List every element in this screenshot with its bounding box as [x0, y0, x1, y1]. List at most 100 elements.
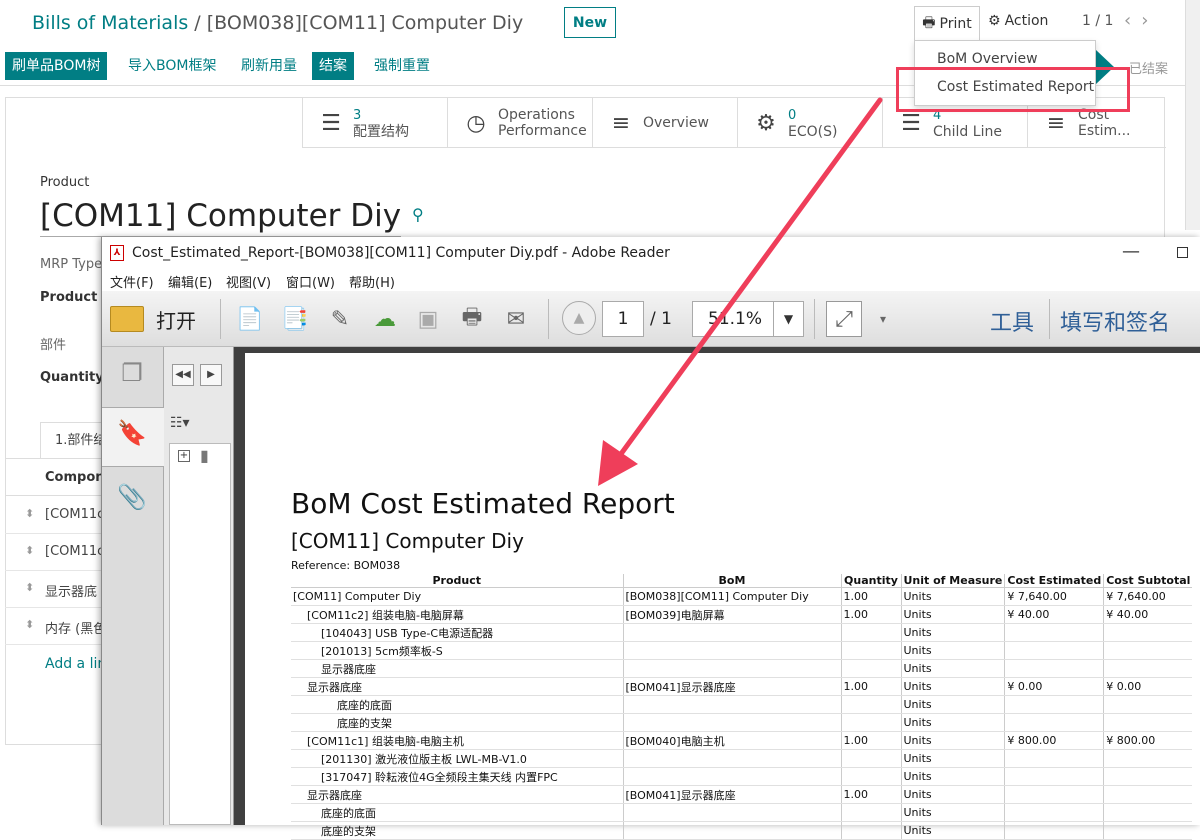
smart-label: Child Line: [933, 123, 1002, 140]
mrp-type-label: MRP Type: [40, 257, 103, 272]
drag-handle-icon[interactable]: ⬍: [25, 618, 34, 631]
table-row[interactable]: ⬍ 内存 (黑色: [5, 608, 106, 645]
table-row[interactable]: ⬍ [COM11c: [5, 534, 105, 571]
menu-view[interactable]: 视图(V): [226, 272, 271, 291]
create-pdf-icon[interactable]: 📄: [232, 301, 268, 337]
cell-cost-estimated: [1004, 659, 1104, 678]
cell-cost-subtotal: ¥ 800.00: [1103, 731, 1193, 750]
bom-table-row: 显示器底座 Units: [291, 659, 1193, 678]
bom-table-row: 底座的支架 Units: [291, 713, 1193, 732]
cell-cost-subtotal: [1103, 659, 1193, 678]
cell-bom: [BOM041]显示器底座: [622, 677, 841, 696]
collapse-panel-icon[interactable]: ◀◀: [172, 364, 194, 386]
zoom-select[interactable]: 51.1% ▼: [692, 301, 804, 337]
quantity-label: Quantity: [40, 370, 104, 385]
list-icon: ☰: [321, 110, 341, 136]
cell-bom: [622, 713, 841, 732]
previous-page-icon[interactable]: ▲: [562, 301, 596, 335]
action-button[interactable]: ⚙ Action: [988, 13, 1048, 29]
chevron-right-icon[interactable]: ›: [1141, 10, 1158, 31]
menu-window[interactable]: 窗口(W): [286, 272, 335, 291]
cell-bom: [BOM040]电脑主机: [622, 731, 841, 750]
cell-product: [201013] 5cm频率板-S: [291, 641, 623, 660]
operations-performance-button[interactable]: ◷ Operations Performance: [447, 98, 592, 148]
table-row[interactable]: ⬍ [COM11c: [5, 497, 105, 534]
menu-item-bom-overview[interactable]: BoM Overview: [937, 51, 1038, 67]
chevron-down-icon[interactable]: ▼: [773, 302, 803, 336]
cell-quantity: [840, 659, 901, 678]
column-header[interactable]: Compon: [45, 470, 105, 485]
cell-product: 显示器底座: [291, 677, 623, 696]
close-case-button[interactable]: 结案: [312, 52, 354, 80]
cell-cost-estimated: [1004, 641, 1104, 660]
minimize-icon[interactable]: —: [1122, 241, 1140, 262]
menu-file[interactable]: 文件(F): [110, 272, 154, 291]
menu-edit[interactable]: 编辑(E): [168, 272, 212, 291]
open-button[interactable]: 打开: [110, 301, 196, 337]
expand-icon[interactable]: +: [178, 450, 190, 462]
import-bom-button[interactable]: 导入BOM框架: [121, 52, 223, 80]
cell-bom: [622, 749, 841, 768]
cell-product: 底座的支架: [291, 713, 623, 732]
convert-icon[interactable]: 📑: [277, 301, 313, 337]
tab-components[interactable]: 1.部件结: [40, 422, 110, 458]
cell-cost-subtotal: [1103, 785, 1193, 804]
action-label: Action: [1004, 13, 1049, 29]
toolbar-more-icon[interactable]: ▾: [874, 301, 892, 337]
eco-button[interactable]: ⚙ 0 ECO(S): [737, 98, 882, 148]
smart-label: Operations: [498, 107, 575, 123]
chevron-left-icon[interactable]: ‹: [1124, 10, 1141, 31]
bookmark-tree: + ▮: [169, 443, 231, 825]
refresh-usage-button[interactable]: 刷新用量: [234, 52, 304, 80]
save-icon[interactable]: ▣: [410, 301, 446, 337]
overview-button[interactable]: ≡ Overview: [592, 98, 737, 148]
page-number-input[interactable]: 1: [602, 301, 644, 337]
cell-quantity: [840, 641, 901, 660]
drag-handle-icon[interactable]: ⬍: [25, 544, 34, 557]
pager-value[interactable]: 1 / 1: [1082, 13, 1113, 29]
edit-icon[interactable]: ✎: [322, 301, 358, 337]
expand-panel-icon[interactable]: ▶: [200, 364, 222, 386]
new-button[interactable]: New: [564, 7, 616, 38]
bom-table-row: [COM11c2] 组装电脑-电脑屏幕 [BOM039]电脑屏幕 1.00 Units…: [291, 605, 1193, 624]
smart-label: 配置结构: [353, 123, 409, 140]
drag-handle-icon[interactable]: ⬍: [25, 581, 34, 594]
drag-handle-icon[interactable]: ⬍: [25, 507, 34, 520]
add-line-link[interactable]: Add a lin: [45, 656, 106, 672]
cell-cost-subtotal: [1103, 767, 1193, 786]
table-row[interactable]: ⬍ 显示器底: [5, 571, 105, 608]
cloud-upload-icon[interactable]: ☁: [367, 301, 403, 337]
tools-link[interactable]: 工具: [990, 305, 1034, 337]
cell-uom: Units: [900, 587, 1005, 606]
bom-table-row: [COM11c1] 组装电脑-电脑主机 [BOM040]电脑主机 1.00 Units…: [291, 731, 1193, 750]
smart-label: ECO(S): [788, 123, 838, 140]
menu-help[interactable]: 帮助(H): [349, 272, 395, 291]
search-icon[interactable]: ⚲: [412, 205, 424, 224]
fit-page-icon[interactable]: ⤢: [826, 301, 862, 337]
force-reset-button[interactable]: 强制重置: [367, 52, 437, 80]
bom-table-row: [104043] USB Type-C电源适配器 Units: [291, 623, 1193, 642]
col-product: Product: [291, 574, 623, 588]
status-done[interactable]: 已结案: [1129, 58, 1168, 77]
bookmark-item-icon[interactable]: ▮: [200, 446, 209, 465]
reader-window-title: Cost_Estimated_Report-[BOM038][COM11] Co…: [132, 245, 670, 261]
cell-bom: [622, 695, 841, 714]
product-field[interactable]: [COM11] Computer Diy: [40, 198, 402, 237]
print-button[interactable]: 🖶 Print: [914, 6, 980, 40]
gears-icon: ⚙: [756, 110, 776, 136]
breadcrumb-root-link[interactable]: Bills of Materials: [32, 12, 188, 34]
page-thumbnails-icon[interactable]: ❐: [115, 359, 149, 395]
components-table-header: Compon: [5, 458, 105, 496]
bookmark-options-icon[interactable]: ☷▾: [170, 415, 190, 431]
mail-icon[interactable]: ✉: [498, 301, 534, 337]
cell-product: [COM11] Computer Diy: [291, 587, 623, 606]
cell-product: [104043] USB Type-C电源适配器: [291, 623, 623, 642]
fill-sign-link[interactable]: 填写和签名: [1060, 305, 1170, 337]
config-structure-button[interactable]: ☰ 3 配置结构: [302, 98, 447, 148]
maximize-icon[interactable]: [1177, 247, 1188, 258]
parts-label: 部件: [40, 338, 67, 353]
print-icon[interactable]: 🖶: [454, 301, 490, 337]
refresh-bom-tree-button[interactable]: 刷单品BOM树: [5, 52, 108, 80]
bookmark-icon[interactable]: 🔖: [115, 419, 149, 455]
attachment-icon[interactable]: 📎: [115, 483, 149, 519]
